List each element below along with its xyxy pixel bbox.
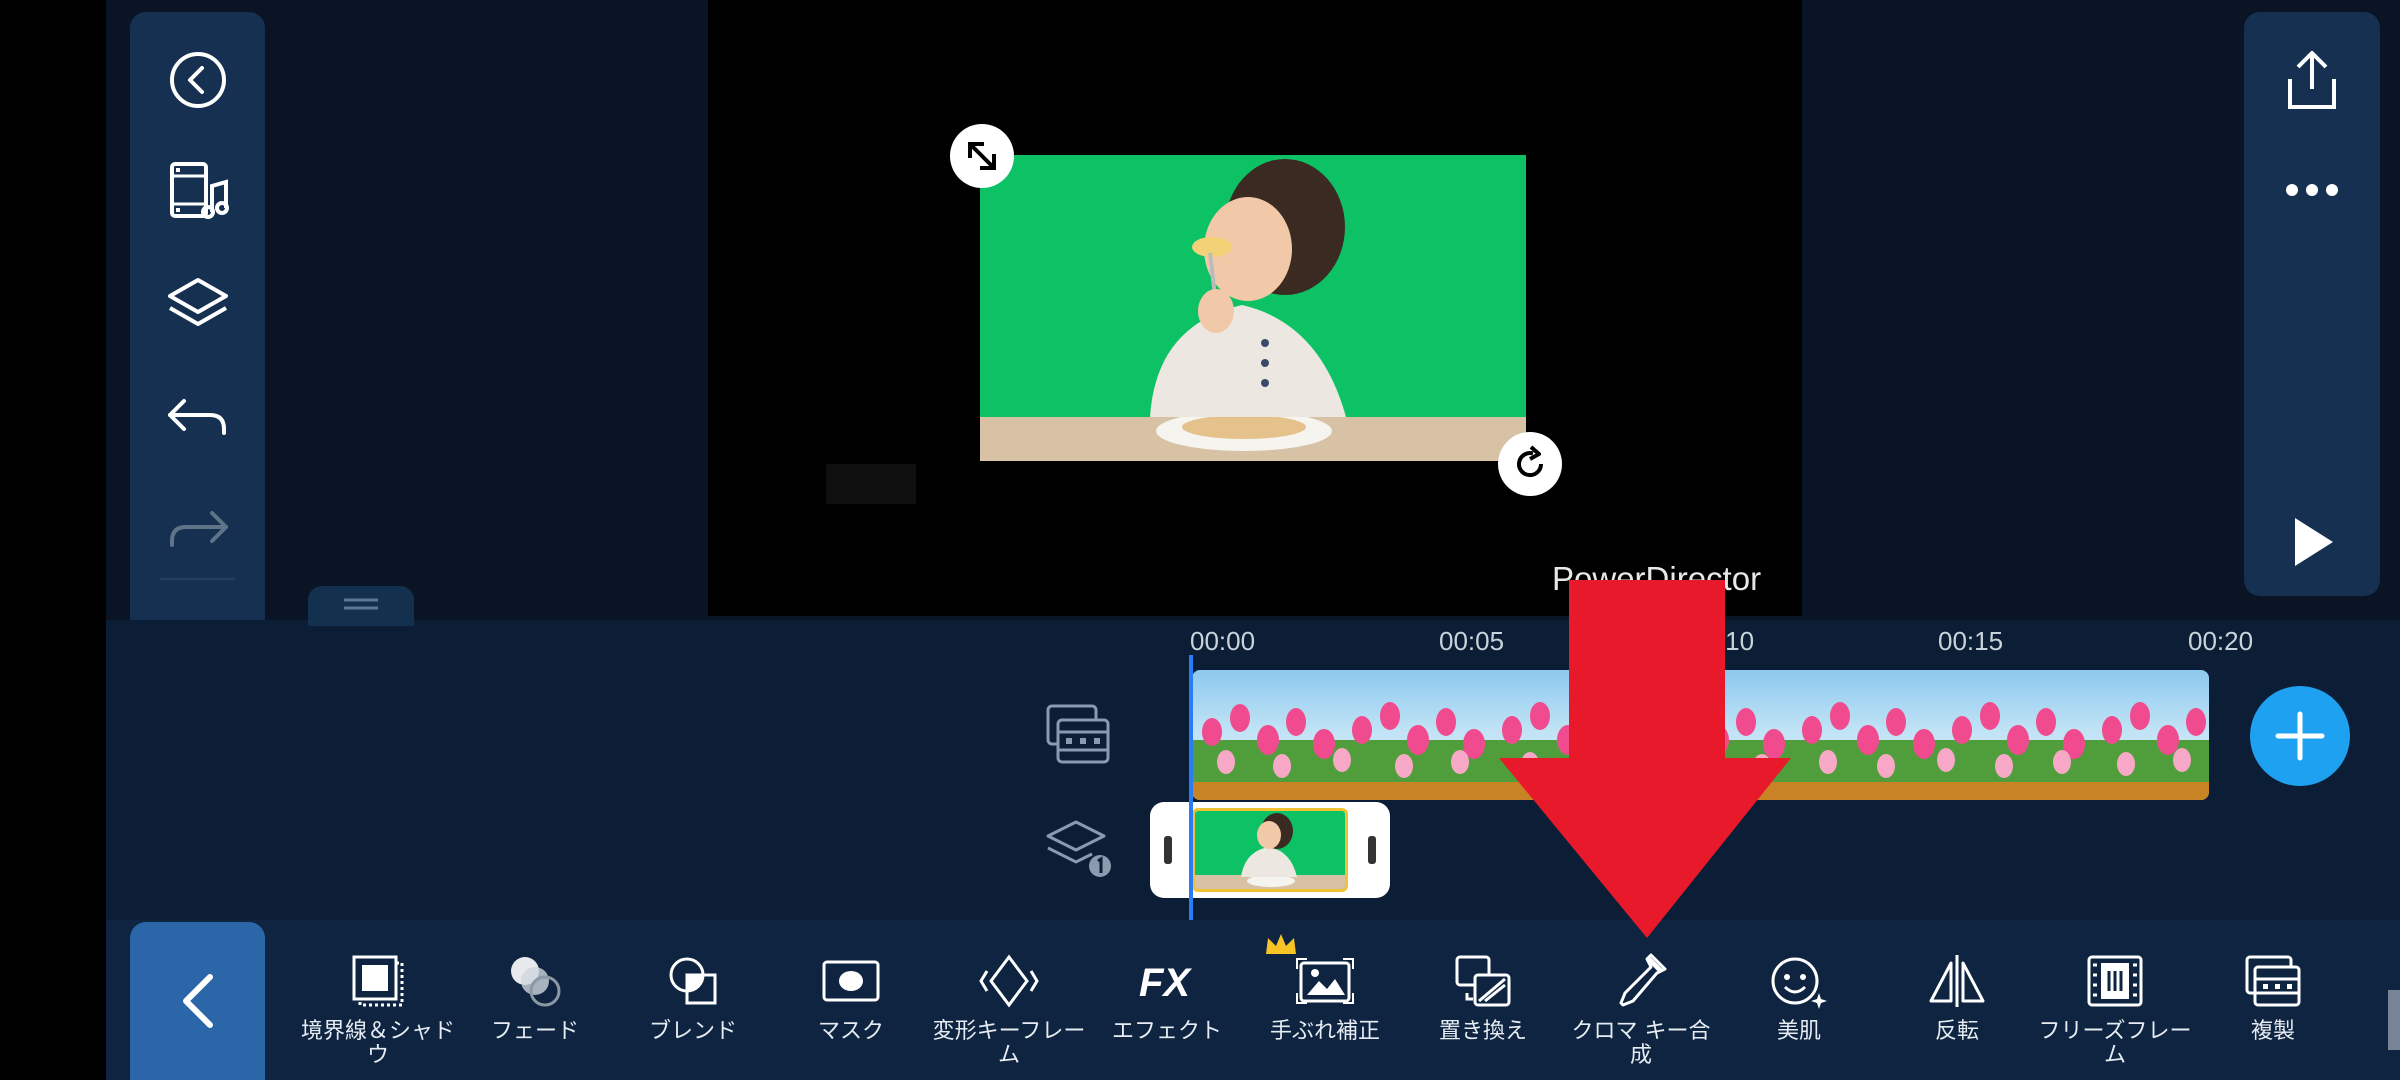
tool-label: ブレンド <box>648 1019 737 1044</box>
tool-transform-keyframe[interactable]: 変形キーフレーム <box>930 950 1088 1080</box>
trim-handle-left[interactable] <box>1164 836 1172 864</box>
resize-diagonal-icon <box>968 142 996 170</box>
more-options-button[interactable] <box>2244 140 2380 240</box>
tool-label: 反転 <box>1934 1019 1979 1044</box>
tool-label: 美肌 <box>1776 1019 1821 1044</box>
tool-skin-smoothing[interactable]: 美肌 <box>1720 950 1878 1080</box>
tool-label: 置き換え <box>1438 1019 1527 1044</box>
right-toolbar <box>2244 12 2380 596</box>
tool-chroma-key[interactable]: クロマ キー合成 <box>1562 950 1720 1080</box>
freeze-frame-icon <box>2087 955 2143 1007</box>
play-button[interactable] <box>2244 492 2380 592</box>
overlay-clip-thumbnail <box>1192 808 1348 892</box>
drag-lines-icon <box>344 598 378 610</box>
tool-label: クロマ キー合成 <box>1571 1019 1711 1068</box>
share-export-icon <box>2288 51 2336 109</box>
tool-fade[interactable]: フェード <box>456 950 614 1080</box>
child-eating-image <box>980 155 1526 461</box>
chevron-left-icon <box>182 974 213 1028</box>
ruler-label: 00:15 <box>1938 626 2004 656</box>
overlay-clip-selected[interactable] <box>1150 802 1390 898</box>
fade-icon <box>511 957 561 1007</box>
play-icon <box>2295 518 2333 566</box>
mask-icon <box>822 960 880 1002</box>
rotate-handle[interactable] <box>1498 432 1562 496</box>
tool-label: フリーズフレーム <box>2038 1019 2192 1068</box>
tool-label: 複製 <box>2250 1019 2295 1044</box>
blend-icon <box>669 957 717 1005</box>
tool-stabilizer[interactable]: 手ぶれ補正 <box>1246 934 1404 1080</box>
add-media-button[interactable] <box>2250 686 2350 786</box>
premium-crown-icon <box>1266 934 1296 954</box>
preview-shadow-box <box>826 464 916 504</box>
ruler-label: 00:20 <box>2188 626 2254 656</box>
stabilizer-image-icon <box>1296 958 1354 1004</box>
tool-effect[interactable]: FX エフェクト <box>1088 950 1246 1080</box>
media-music-icon <box>169 162 229 219</box>
tool-flip[interactable]: 反転 <box>1878 950 2036 1080</box>
playhead[interactable] <box>1189 655 1193 920</box>
rail-divider <box>160 578 235 580</box>
plus-icon <box>2275 711 2325 761</box>
video-track-icon <box>1046 704 1112 766</box>
pip-clip-preview[interactable] <box>980 155 1526 461</box>
tool-blend[interactable]: ブレンド <box>614 950 772 1080</box>
layers-button[interactable] <box>130 254 265 354</box>
fx-icon: FX <box>1139 961 1192 1005</box>
layers-icon <box>167 278 228 326</box>
eyedropper-icon <box>1619 953 1667 1007</box>
tools-back-button[interactable] <box>130 922 265 1080</box>
flip-icon <box>1929 955 1985 1007</box>
timeline-drag-tab[interactable] <box>308 586 414 626</box>
keyframe-diamond-icon <box>979 954 1039 1008</box>
undo-button[interactable] <box>130 368 265 468</box>
rotate-icon <box>1517 445 1544 478</box>
back-circle-icon <box>169 52 226 108</box>
redo-button[interactable] <box>130 480 265 580</box>
tool-border-shadow[interactable]: 境界線＆シャドウ <box>299 950 457 1080</box>
tool-label: エフェクト <box>1111 1019 1222 1044</box>
tool-mask[interactable]: マスク <box>772 950 930 1080</box>
replace-icon <box>1455 955 1511 1007</box>
tool-label: 手ぶれ補正 <box>1269 1019 1380 1044</box>
tool-label: 境界線＆シャドウ <box>300 1019 455 1068</box>
tool-replace[interactable]: 置き換え <box>1404 950 1562 1080</box>
tool-label: 変形キーフレーム <box>932 1019 1086 1068</box>
overlay-layer-track-icon <box>1046 818 1116 882</box>
tool-label: マスク <box>817 1019 884 1044</box>
toolbar-overflow-edge <box>2388 990 2400 1050</box>
resize-handle[interactable] <box>950 124 1014 188</box>
back-circle-button[interactable] <box>130 30 265 130</box>
svg-text:FX: FX <box>1139 961 1192 1005</box>
media-library-button[interactable] <box>130 142 265 242</box>
export-button[interactable] <box>2244 30 2380 130</box>
tool-label: フェード <box>490 1019 579 1044</box>
tool-freeze-frame[interactable]: フリーズフレーム <box>2036 950 2194 1080</box>
border-shadow-icon <box>352 955 404 1007</box>
trim-handle-right[interactable] <box>1368 836 1376 864</box>
smile-sparkle-icon <box>1771 957 1827 1009</box>
duplicate-icon <box>2245 955 2301 1007</box>
more-dots-icon <box>2286 184 2338 196</box>
tool-duplicate[interactable]: 複製 <box>2194 950 2352 1080</box>
red-arrow-annotation <box>1499 580 1791 938</box>
redo-icon <box>169 511 228 547</box>
undo-icon <box>167 399 226 435</box>
ruler-label: 00:00 <box>1190 626 1256 656</box>
